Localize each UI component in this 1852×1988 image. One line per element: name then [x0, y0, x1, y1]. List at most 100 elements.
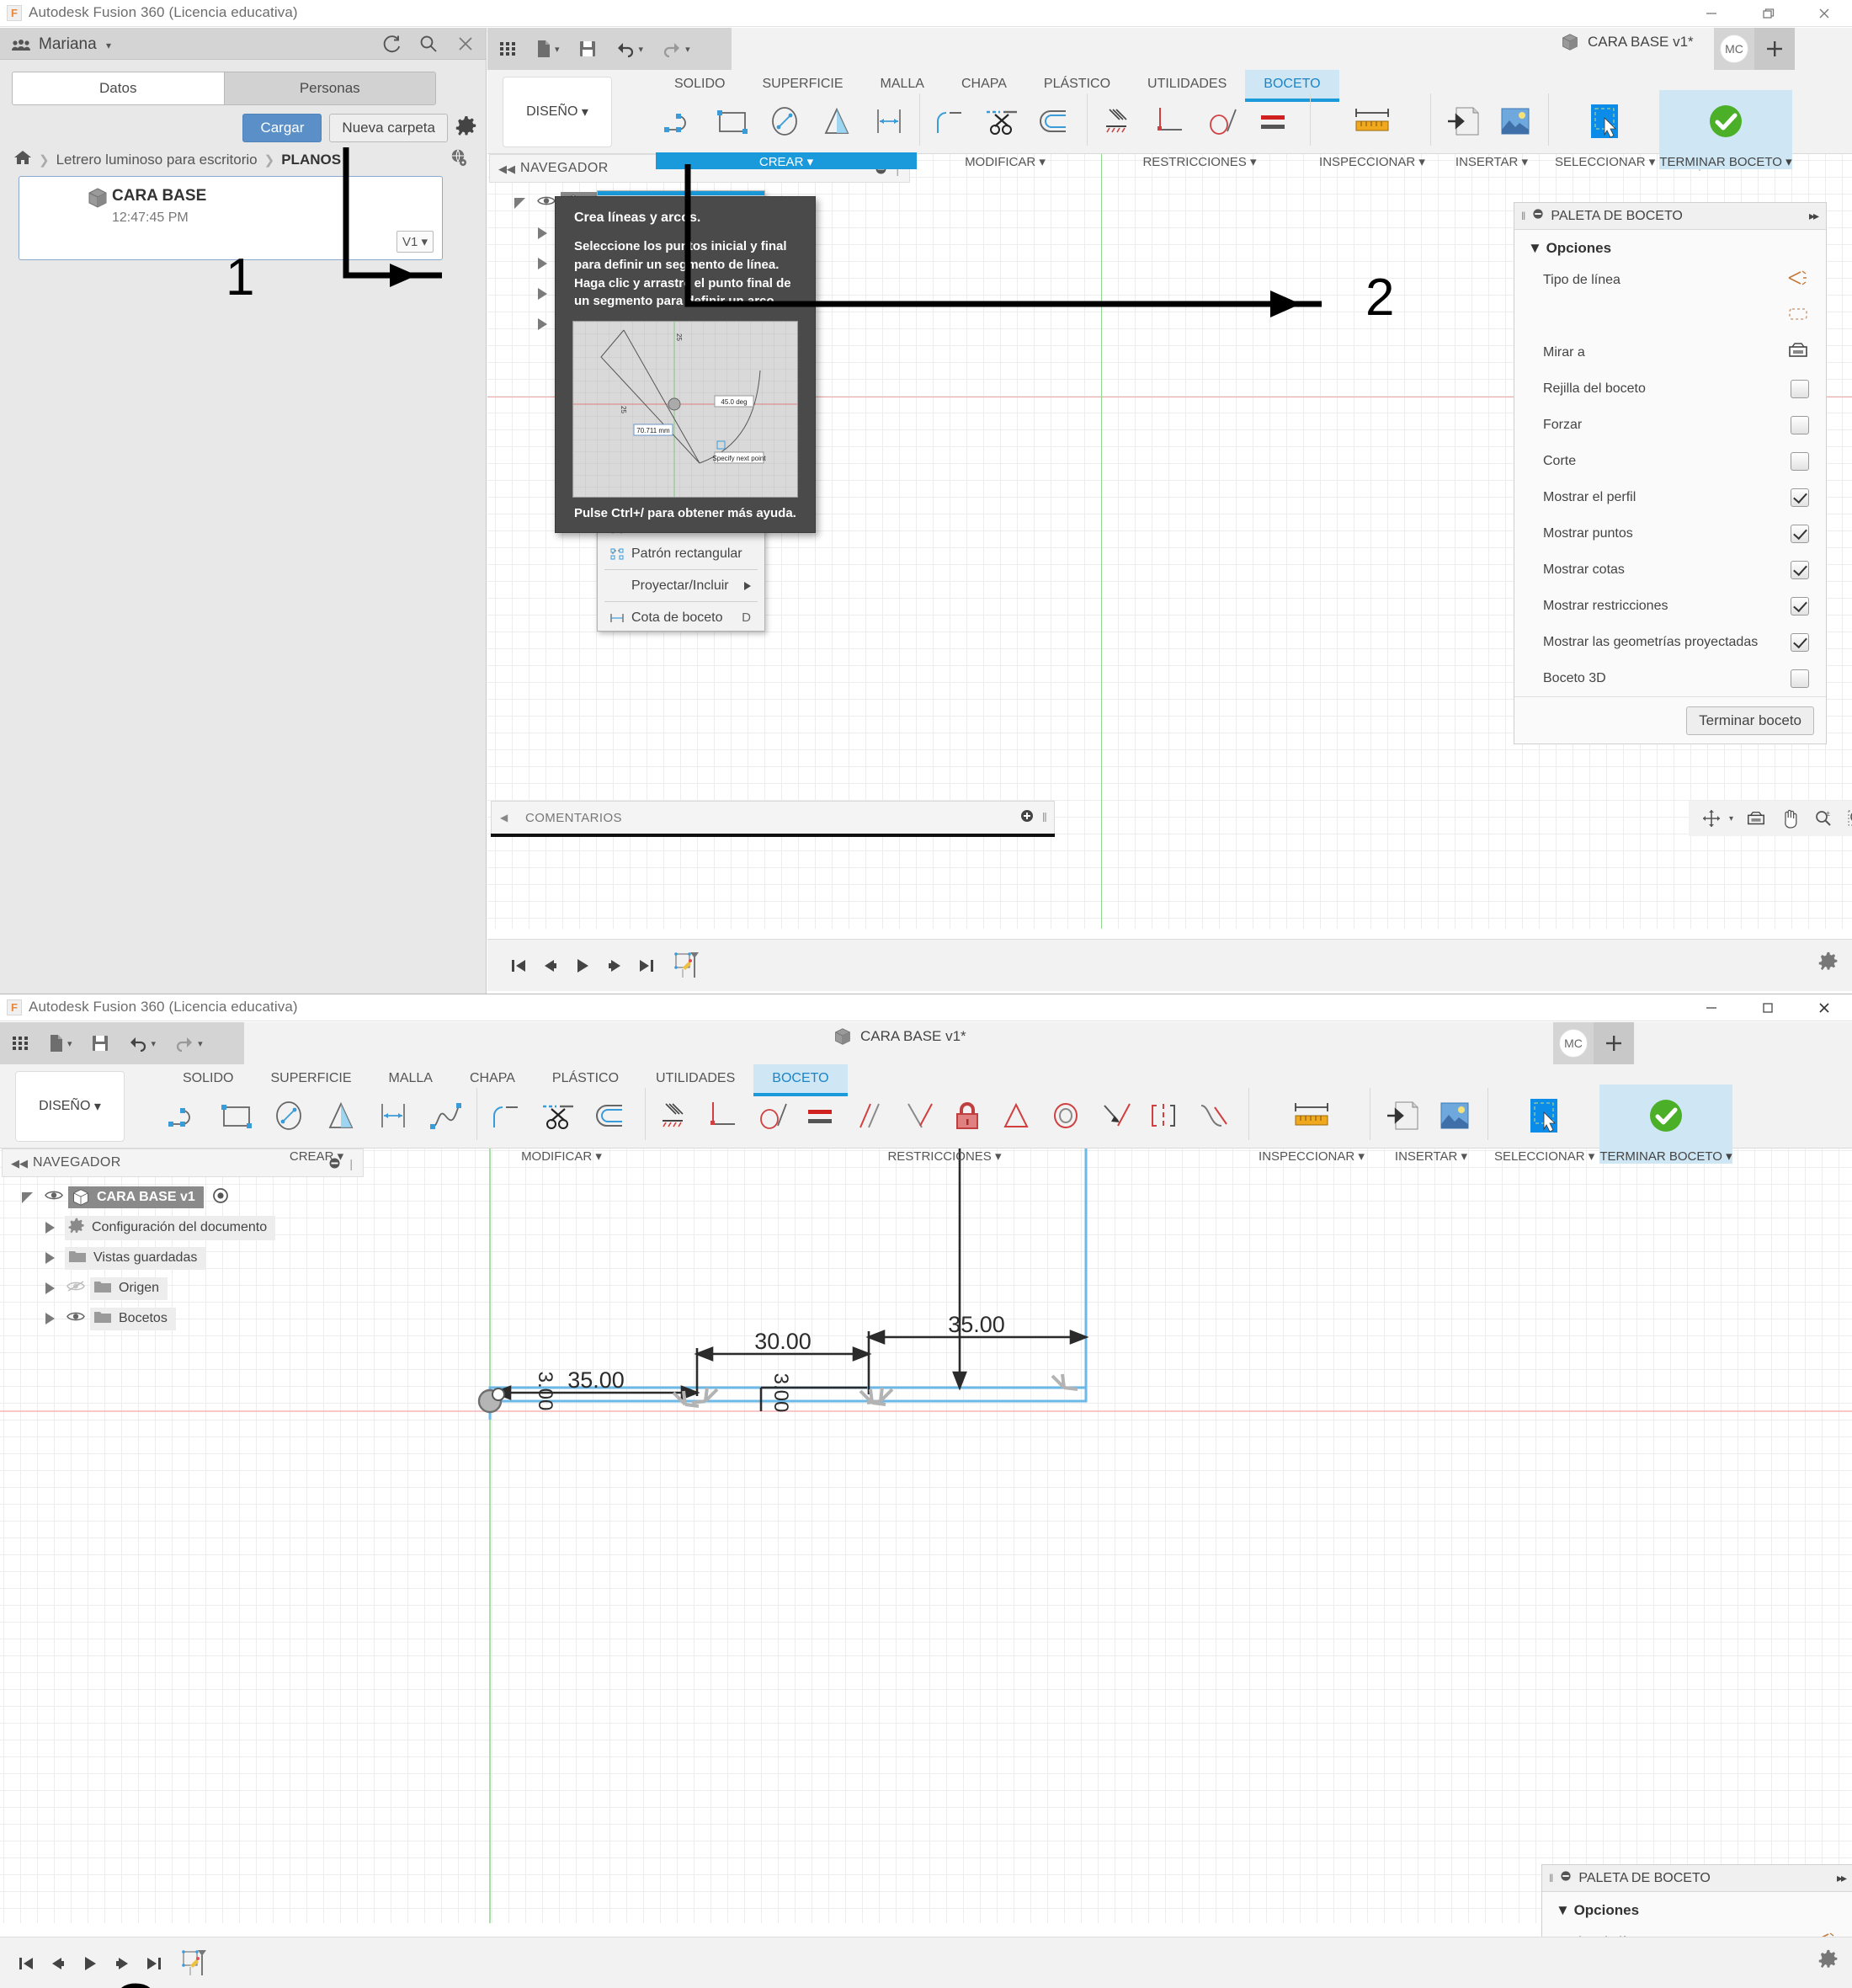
look-at-icon[interactable]: [1787, 341, 1809, 364]
minimize-button[interactable]: [1683, 0, 1739, 27]
fix-lock-constraint-icon[interactable]: [945, 1085, 993, 1147]
ribbon-group-label-inspeccionar[interactable]: INSPECCIONAR ▾: [1317, 152, 1428, 169]
fix-constraint-icon[interactable]: [650, 1085, 699, 1147]
activate-component-icon[interactable]: [212, 1187, 229, 1208]
workspace-selector-top[interactable]: DISEÑO ▾: [503, 77, 612, 147]
select-tool-icon[interactable]: [1555, 90, 1654, 152]
palette-row-sketch-grid[interactable]: Rejilla del boceto: [1514, 370, 1826, 407]
timeline-last-icon[interactable]: [631, 948, 663, 983]
menu-item-patron-rectangular[interactable]: Patrón rectangular: [598, 541, 764, 567]
avatar[interactable]: MC: [1714, 28, 1754, 70]
ribbon-group-label-inspeccionar[interactable]: INSPECCIONAR ▾: [1256, 1147, 1367, 1164]
coincident-constraint-icon[interactable]: [699, 1085, 748, 1147]
redo-icon[interactable]: ▾: [662, 40, 690, 58]
undo-icon[interactable]: ▾: [615, 40, 643, 58]
orbit-icon[interactable]: [1695, 802, 1727, 834]
palette-row-show-projected[interactable]: Mostrar las geometrías proyectadas: [1514, 624, 1826, 660]
fix-constraint-icon[interactable]: [1092, 90, 1144, 152]
panel-resize-handle[interactable]: ‖: [1549, 1872, 1553, 1884]
chevron-down-icon[interactable]: ▾: [1729, 814, 1733, 823]
home-icon[interactable]: [13, 149, 32, 170]
rectangle-tool-icon[interactable]: [212, 1085, 264, 1147]
finish-sketch-button[interactable]: Terminar boceto: [1686, 706, 1814, 735]
minimize-button[interactable]: [1683, 994, 1739, 1021]
tab-personas[interactable]: Personas: [223, 72, 436, 104]
comments-bar-top[interactable]: ◀ COMENTARIOS ‖: [491, 801, 1055, 834]
timeline-settings-gear-icon[interactable]: [1818, 951, 1839, 976]
app-grid-icon[interactable]: [499, 40, 518, 58]
palette-row-show-constraints[interactable]: Mostrar restricciones: [1514, 588, 1826, 624]
navigator-root-pill[interactable]: CARA BASE v1: [68, 1186, 204, 1208]
insert-derive-icon[interactable]: [1437, 90, 1489, 152]
linetype-icon[interactable]: [1787, 269, 1809, 291]
tab-datos[interactable]: Datos: [13, 72, 224, 104]
save-icon[interactable]: [91, 1034, 109, 1053]
insert-image-icon[interactable]: [1489, 90, 1541, 152]
ribbon-group-label-insertar[interactable]: INSERTAR ▾: [1376, 1147, 1486, 1164]
avatar[interactable]: MC: [1553, 1022, 1594, 1064]
refresh-icon[interactable]: [381, 34, 402, 58]
palette-row-show-dimensions[interactable]: Mostrar cotas: [1514, 552, 1826, 588]
tangent-constraint-icon[interactable]: [1196, 90, 1248, 152]
navigator-root-row[interactable]: CARA BASE v1: [13, 1182, 364, 1213]
app-grid-icon[interactable]: [12, 1034, 30, 1053]
new-tab-icon[interactable]: [1594, 1022, 1634, 1064]
checkbox-3d-sketch[interactable]: [1791, 669, 1809, 688]
document-tab-bottom[interactable]: CARA BASE v1*: [833, 1027, 966, 1046]
chevron-down-icon[interactable]: ▾: [106, 40, 111, 51]
expand-icon[interactable]: [22, 1191, 33, 1203]
pan-icon[interactable]: [1774, 802, 1806, 834]
document-tab-top[interactable]: CARA BASE v1*: [1561, 33, 1694, 51]
new-folder-button[interactable]: Nueva carpeta: [329, 114, 448, 142]
ribbon-group-label-terminar[interactable]: TERMINAR BOCETO ▾: [1599, 1147, 1732, 1164]
palette-row-look-at[interactable]: Mirar a: [1514, 334, 1826, 370]
minimize-dot-icon[interactable]: [1532, 208, 1544, 224]
palette-row-construction[interactable]: [1514, 298, 1826, 334]
checkbox-snap[interactable]: [1791, 415, 1809, 434]
parallel-constraint-icon[interactable]: [846, 1085, 895, 1147]
eye-off-icon[interactable]: [67, 1280, 85, 1297]
maximize-button[interactable]: [1739, 0, 1796, 27]
panel-resize-handle[interactable]: ‖: [1521, 210, 1525, 222]
menu-item-proyectar-incluir[interactable]: Proyectar/Incluir: [598, 573, 764, 599]
offset-tool-icon[interactable]: [1030, 90, 1082, 152]
new-file-icon[interactable]: ▾: [536, 40, 560, 58]
team-name[interactable]: Mariana: [39, 35, 97, 54]
eye-icon[interactable]: [45, 1189, 63, 1206]
circle-tool-icon[interactable]: [760, 90, 812, 152]
timeline-first-icon[interactable]: [503, 948, 535, 983]
perpendicular-constraint-icon[interactable]: [896, 1085, 945, 1147]
timeline-play-icon[interactable]: [74, 1946, 106, 1981]
equal-constraint-icon[interactable]: [1248, 90, 1301, 152]
finish-sketch-check-icon[interactable]: [1659, 90, 1792, 152]
measure-tool-icon[interactable]: [1317, 90, 1428, 152]
timeline-next-icon[interactable]: [599, 948, 631, 983]
midpoint-constraint-icon[interactable]: [993, 1085, 1042, 1147]
eye-icon[interactable]: [67, 1310, 85, 1327]
spline-tool-icon[interactable]: [421, 1085, 473, 1147]
palette-row-slice[interactable]: Corte: [1514, 443, 1826, 479]
trim-tool-icon[interactable]: [534, 1085, 586, 1147]
finish-sketch-check-icon[interactable]: [1599, 1085, 1732, 1147]
coincident-constraint-icon[interactable]: [1144, 90, 1196, 152]
polygon-tool-icon[interactable]: [317, 1085, 369, 1147]
new-tab-icon[interactable]: [1754, 28, 1795, 70]
upload-button[interactable]: Cargar: [242, 114, 322, 142]
polygon-tool-icon[interactable]: [812, 90, 865, 152]
checkbox-sketch-grid[interactable]: [1791, 379, 1809, 398]
insert-derive-icon[interactable]: [1376, 1085, 1429, 1147]
collinear-constraint-icon[interactable]: [1092, 1085, 1141, 1147]
fillet-tool-icon[interactable]: [925, 90, 977, 152]
save-icon[interactable]: [578, 40, 597, 58]
palette-row-snap[interactable]: Forzar: [1514, 407, 1826, 443]
gear-icon[interactable]: [455, 115, 477, 141]
equal-constraint-icon[interactable]: [797, 1085, 846, 1147]
tangent-constraint-icon[interactable]: [748, 1085, 797, 1147]
dimension-tool-icon[interactable]: [369, 1085, 421, 1147]
palette-section-options[interactable]: ▼ Opciones: [1542, 1892, 1852, 1924]
checkbox-show-points[interactable]: [1791, 524, 1809, 543]
ribbon-group-label-crear[interactable]: CREAR ▾: [160, 1147, 473, 1164]
palette-section-options[interactable]: ▼ Opciones: [1514, 230, 1826, 262]
checkbox-slice[interactable]: [1791, 451, 1809, 471]
measure-tool-icon[interactable]: [1256, 1085, 1367, 1147]
